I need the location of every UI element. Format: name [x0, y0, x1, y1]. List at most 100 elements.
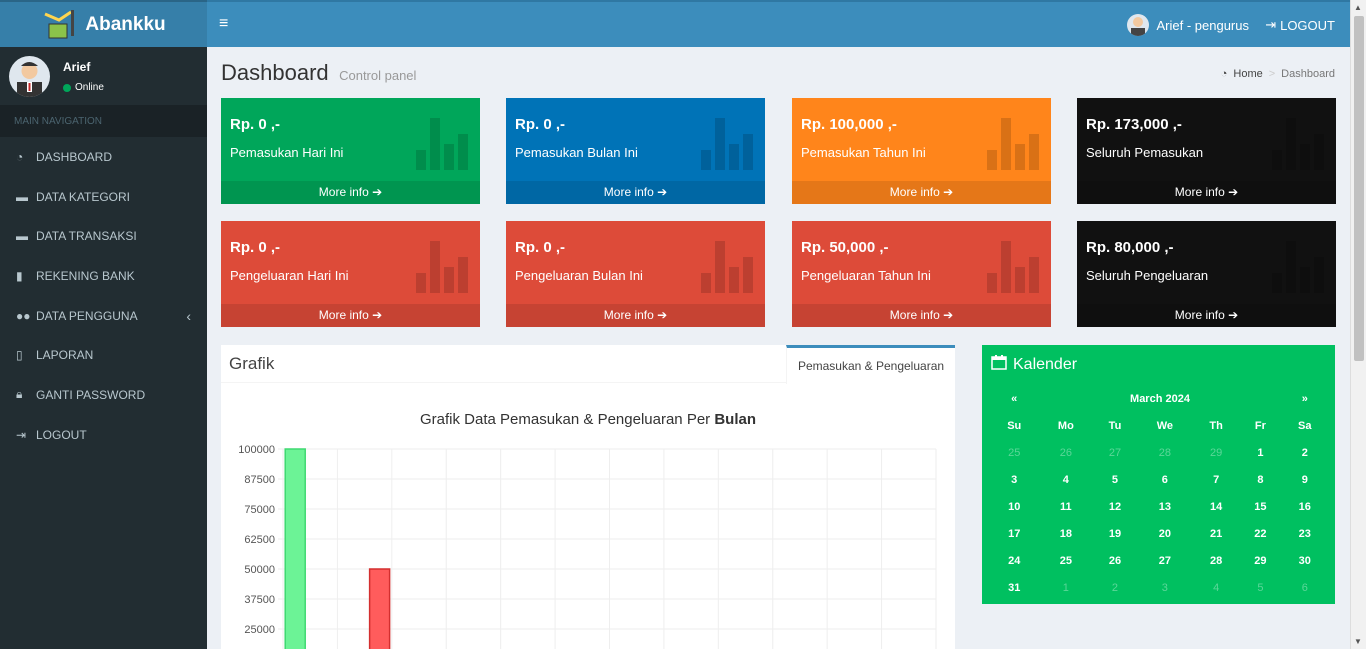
calendar-month-label[interactable]: March 2024 [1038, 385, 1281, 412]
calendar-day[interactable]: 27 [1137, 547, 1193, 574]
calendar-day[interactable]: 26 [1038, 439, 1093, 466]
calendar-day[interactable]: 28 [1137, 439, 1193, 466]
calendar-day[interactable]: 25 [1038, 547, 1093, 574]
weekday-label: Su [1007, 419, 1022, 432]
sidebar-item-laporan[interactable]: ▯ LAPORAN [0, 335, 207, 375]
calendar-day[interactable]: 14 [1193, 493, 1239, 520]
sidebar-item-ganti-password[interactable]: 🔒︎ GANTI PASSWORD [0, 375, 207, 415]
chart-bar[interactable] [284, 448, 306, 649]
calendar-day[interactable]: 27 [1093, 439, 1137, 466]
calendar-day[interactable]: 4 [1193, 574, 1239, 601]
more-info-label: More info [318, 185, 369, 199]
scroll-up-icon[interactable]: ▲ [1354, 3, 1362, 12]
calendar-day[interactable]: 8 [1239, 466, 1281, 493]
more-info-link[interactable]: More info ➔ [221, 181, 480, 204]
book-icon: ▮ [16, 268, 23, 283]
sidebar-item-dashboard[interactable]: ◔ DASHBOARD [0, 137, 207, 177]
sidebar-toggle-icon[interactable]: ≡ [219, 15, 228, 33]
more-info-link[interactable]: More info ➔ [221, 304, 480, 327]
calendar-day[interactable]: 22 [1239, 520, 1281, 547]
calendar-day[interactable]: 12 [1093, 493, 1137, 520]
calendar-day[interactable]: 30 [1282, 547, 1328, 574]
calendar-day[interactable]: 6 [1282, 574, 1328, 601]
arrow-circle-right-icon: ➔ [1228, 185, 1239, 199]
calendar-day[interactable]: 1 [1239, 439, 1281, 466]
calendar-day[interactable]: 4 [1038, 466, 1093, 493]
folder-icon: ▬ [16, 189, 28, 204]
calendar-next-button[interactable]: » [1282, 385, 1328, 412]
calendar-day[interactable]: 31 [990, 574, 1038, 601]
more-info-link[interactable]: More info ➔ [1077, 181, 1336, 204]
tab-pemasukan-pengeluaran[interactable]: Pemasukan & Pengeluaran [786, 345, 955, 384]
stat-label: Pengeluaran Hari Ini [230, 268, 349, 283]
user-name: Arief [63, 60, 91, 74]
chart-title-bold: Bulan [714, 411, 756, 428]
page-scrollbar[interactable]: ▲ ▼ [1350, 0, 1366, 649]
chart-bar[interactable] [368, 568, 391, 649]
more-info-link[interactable]: More info ➔ [506, 181, 765, 204]
calendar-day[interactable]: 28 [1193, 547, 1239, 574]
calendar-day[interactable]: 2 [1282, 439, 1328, 466]
calendar-day[interactable]: 10 [990, 493, 1038, 520]
calendar-day[interactable]: 29 [1193, 439, 1239, 466]
calendar-day[interactable]: 20 [1137, 520, 1193, 547]
calendar-day[interactable]: 23 [1282, 520, 1328, 547]
calendar-day[interactable]: 5 [1239, 574, 1281, 601]
breadcrumb-home[interactable]: Home [1233, 68, 1262, 80]
dashboard-icon: ◔ [16, 149, 24, 164]
sidebar-item-data-transaksi[interactable]: ▬ DATA TRANSAKSI [0, 216, 207, 256]
calendar-day[interactable]: 26 [1093, 547, 1137, 574]
logout-button[interactable]: ⇥ LOGOUT [1265, 17, 1335, 33]
more-info-link[interactable]: More info ➔ [792, 181, 1051, 204]
sidebar-item-data-kategori[interactable]: ▬ DATA KATEGORI [0, 177, 207, 217]
sidebar-item-rekening-bank[interactable]: ▮ REKENING BANK [0, 256, 207, 296]
sidebar: Arief Online MAIN NAVIGATION ◔ DASHBOARD… [0, 47, 207, 649]
calendar-day[interactable]: 19 [1093, 520, 1137, 547]
scrollbar-thumb[interactable] [1354, 16, 1364, 361]
calendar-day[interactable]: 11 [1038, 493, 1093, 520]
calendar-day[interactable]: 16 [1282, 493, 1328, 520]
calendar-day[interactable]: 3 [1137, 574, 1193, 601]
calendar-day[interactable]: 29 [1239, 547, 1281, 574]
sidebar-item-label: GANTI PASSWORD [36, 387, 146, 402]
calendar-day[interactable]: 6 [1137, 466, 1193, 493]
calendar-day[interactable]: 13 [1137, 493, 1193, 520]
bar-chart-icon [1272, 118, 1326, 170]
calendar-day[interactable]: 2 [1093, 574, 1137, 601]
stat-box-pengeluaran-bulan-ini: Rp. 0 ,- Pengeluaran Bulan Ini More info… [506, 221, 765, 327]
page-title: Dashboard [221, 60, 329, 85]
calendar-week-row: 3456789 [990, 466, 1328, 493]
more-info-label: More info [318, 308, 369, 322]
calendar-day[interactable]: 15 [1239, 493, 1281, 520]
more-info-link[interactable]: More info ➔ [792, 304, 1051, 327]
scroll-down-icon[interactable]: ▼ [1354, 637, 1362, 646]
calendar-day[interactable]: 7 [1193, 466, 1239, 493]
calendar-day[interactable]: 1 [1038, 574, 1093, 601]
more-info-link[interactable]: More info ➔ [1077, 304, 1336, 327]
stat-box-seluruh-pemasukan: Rp. 173,000 ,- Seluruh Pemasukan More in… [1077, 98, 1336, 204]
bar-chart-icon [701, 241, 755, 293]
arrow-circle-right-icon: ➔ [657, 308, 668, 322]
arrow-circle-right-icon: ➔ [372, 185, 383, 199]
calendar-prev-button[interactable]: « [990, 385, 1038, 412]
calendar-day[interactable]: 5 [1093, 466, 1137, 493]
user-menu[interactable]: Arief - pengurus [1126, 14, 1249, 36]
stat-label: Pemasukan Bulan Ini [515, 145, 638, 160]
stat-label: Pemasukan Tahun Ini [801, 145, 926, 160]
more-info-link[interactable]: More info ➔ [506, 304, 765, 327]
calendar-day[interactable]: 18 [1038, 520, 1093, 547]
calendar-day[interactable]: 25 [990, 439, 1038, 466]
grafik-header: Grafik Pemasukan & Pengeluaran [221, 345, 955, 384]
calendar-week-row: 24 25 26 27 28 29 30 [990, 547, 1328, 574]
stat-amount: Rp. 100,000 ,- [801, 116, 897, 133]
bar-chart-icon [987, 241, 1041, 293]
calendar-day[interactable]: 24 [990, 547, 1038, 574]
calendar-day[interactable]: 17 [990, 520, 1038, 547]
calendar-day[interactable]: 21 [1193, 520, 1239, 547]
sidebar-item-data-pengguna[interactable]: ●● DATA PENGGUNA ‹ [0, 296, 207, 336]
sidebar-item-logout[interactable]: ⇥ LOGOUT [0, 415, 207, 455]
calendar-day[interactable]: 9 [1282, 466, 1328, 493]
calendar-day[interactable]: 3 [990, 466, 1038, 493]
y-tick-label: 50000 [244, 564, 275, 576]
app-logo[interactable]: Abankku [0, 0, 207, 47]
